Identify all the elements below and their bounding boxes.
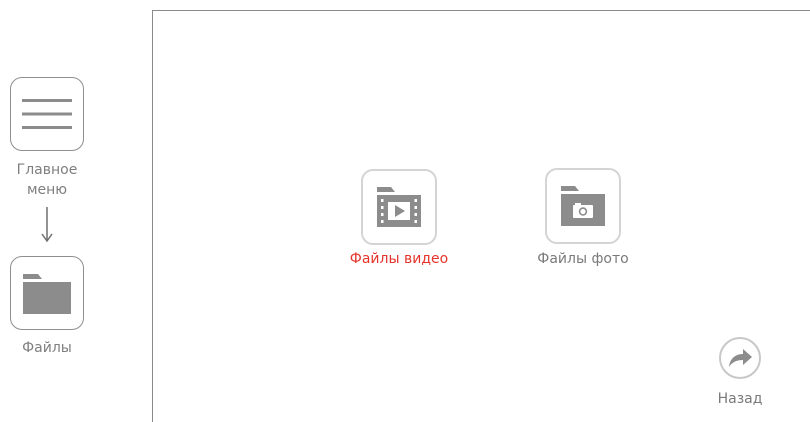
back-arrow-icon	[729, 349, 752, 367]
video-files-button[interactable]	[361, 169, 437, 245]
files-button[interactable]	[10, 256, 84, 330]
main-menu-button[interactable]	[10, 77, 84, 151]
folder-icon	[23, 274, 71, 314]
photo-folder-icon	[561, 186, 605, 226]
files-label: Файлы	[22, 340, 72, 356]
video-files-label: Файлы видео	[349, 251, 449, 267]
photo-files-button[interactable]	[545, 168, 621, 244]
back-label: Назад	[717, 391, 763, 407]
video-folder-icon	[377, 187, 421, 227]
photo-files-label: Файлы фото	[537, 251, 629, 267]
main-menu-label: Главное меню	[16, 162, 78, 198]
screen-panel: Файлы видео Файлы фото Назад	[152, 10, 810, 422]
hamburger-menu-icon	[22, 99, 72, 129]
back-button[interactable]	[719, 337, 761, 379]
down-arrow-icon	[41, 207, 53, 243]
